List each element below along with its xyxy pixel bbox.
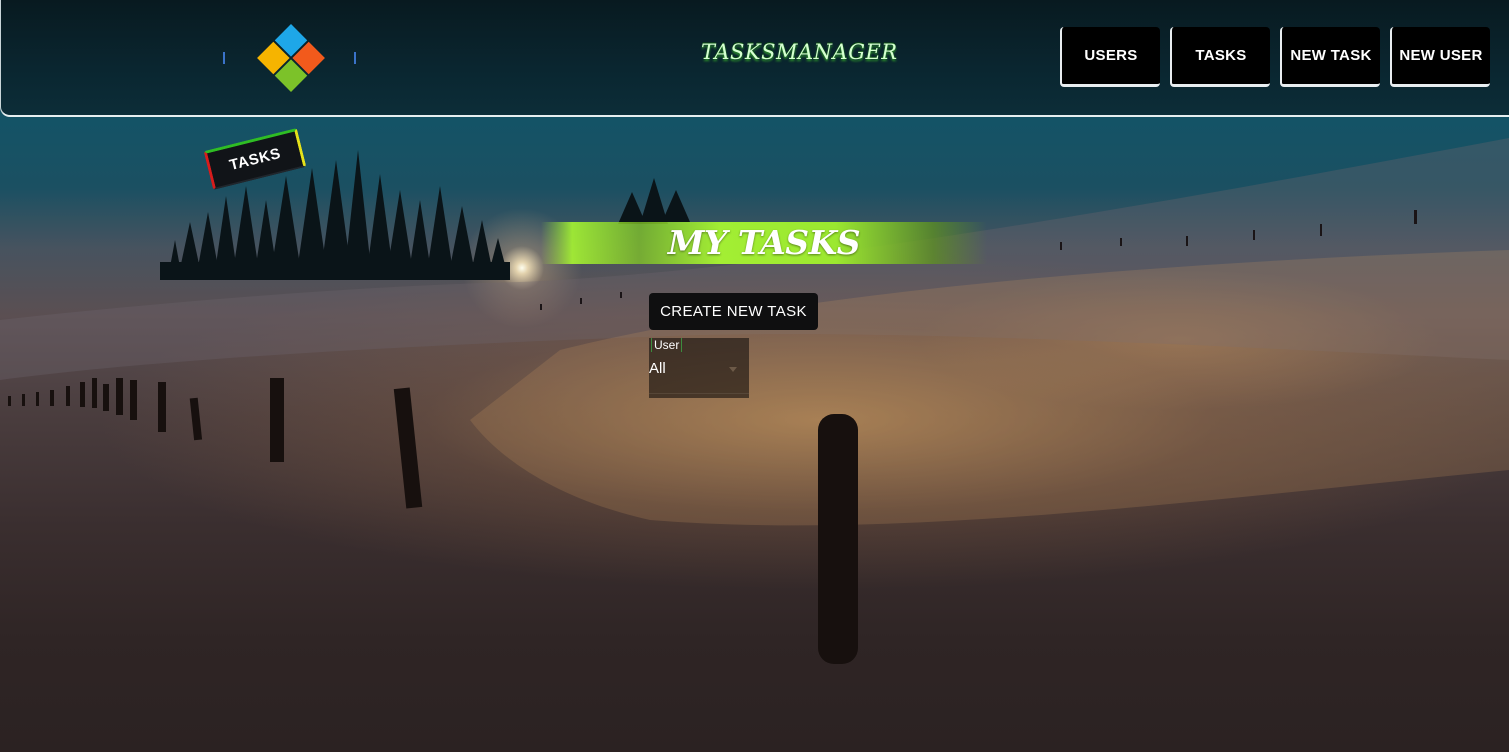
- create-task-button[interactable]: CREATE NEW TASK: [649, 293, 818, 330]
- nav-new-task-button[interactable]: NEW TASK: [1280, 27, 1380, 87]
- logo-divider: [354, 52, 356, 64]
- user-filter-select[interactable]: User All: [649, 338, 749, 398]
- select-underline: [649, 393, 749, 394]
- user-filter-label: User: [651, 338, 683, 352]
- chevron-down-icon[interactable]: [729, 367, 737, 372]
- nav-tasks-button[interactable]: TASKS: [1170, 27, 1270, 87]
- page: TASKSMANAGER USERS TASKS NEW TASK NEW US…: [0, 0, 1509, 752]
- logo-area: [223, 20, 359, 96]
- nav-users-button[interactable]: USERS: [1060, 27, 1160, 87]
- windows-logo-icon[interactable]: [256, 23, 326, 93]
- nav-new-user-button[interactable]: NEW USER: [1390, 27, 1490, 87]
- header: TASKSMANAGER USERS TASKS NEW TASK NEW US…: [0, 0, 1509, 117]
- brand-title[interactable]: TASKSMANAGER: [701, 40, 897, 64]
- logo-divider: [223, 52, 225, 64]
- page-title: MY TASKS: [667, 223, 861, 262]
